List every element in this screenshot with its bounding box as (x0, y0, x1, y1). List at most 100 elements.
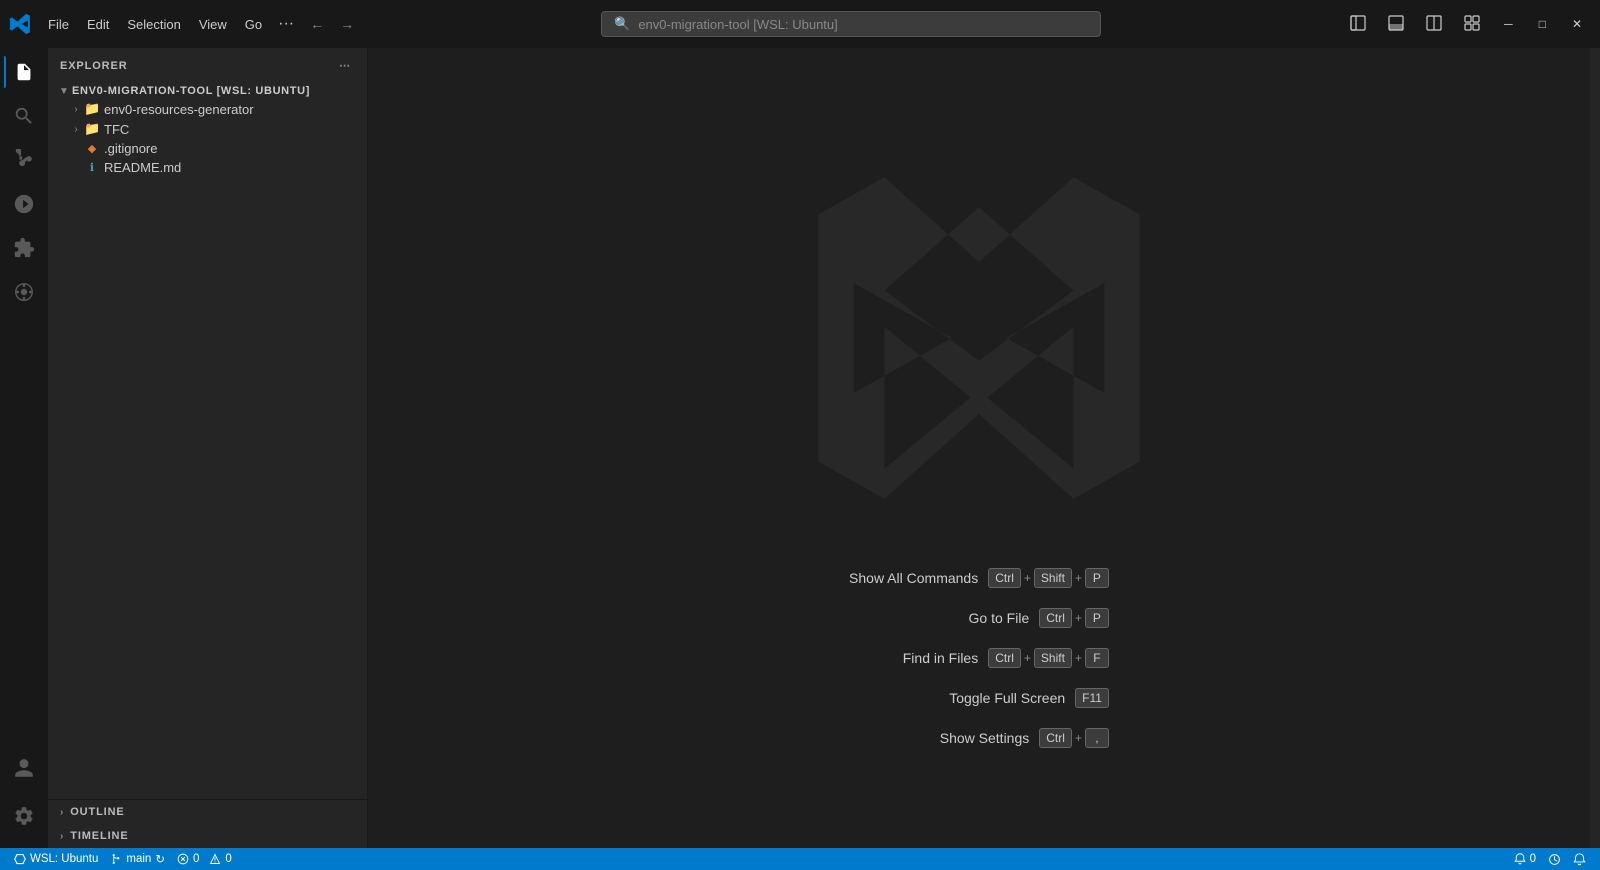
activity-bar (0, 48, 48, 848)
keys-goto: Ctrl + P (1039, 608, 1109, 628)
status-notifications[interactable]: 0 (1508, 853, 1542, 865)
activity-settings[interactable] (4, 796, 44, 836)
timeline-label: TIMELINE (70, 830, 128, 842)
maximize-button[interactable]: □ (1529, 13, 1556, 35)
nav-forward-button[interactable]: → (334, 12, 360, 36)
outline-arrow: › (60, 807, 64, 818)
tree-item-env0-resources[interactable]: › 📁 env0-resources-generator (48, 99, 367, 119)
content-scrollbar[interactable] (1590, 48, 1600, 848)
plus-1: + (1024, 571, 1031, 585)
status-wsl[interactable]: WSL: Ubuntu (8, 848, 104, 870)
bell-icon (1573, 853, 1586, 866)
key-p: P (1085, 568, 1109, 588)
menu-go[interactable]: Go (237, 13, 270, 36)
activity-bar-bottom (4, 748, 44, 848)
key-f-find: F (1085, 648, 1109, 668)
timeline-panel-header[interactable]: › TIMELINE (48, 824, 367, 848)
folder-label-tfc: TFC (104, 122, 129, 137)
status-history[interactable] (1542, 853, 1567, 866)
key-shift: Shift (1034, 568, 1072, 588)
layout-icon[interactable] (1456, 11, 1488, 38)
status-branch-label: main (126, 853, 151, 865)
nav-buttons: ← → (304, 12, 360, 36)
plus-find-1: + (1024, 651, 1031, 665)
folder-arrow-env0: › (68, 104, 84, 115)
shortcut-label-commands: Show All Commands (849, 570, 978, 586)
minimize-button[interactable]: ─ (1494, 13, 1523, 35)
activity-run-debug[interactable] (4, 184, 44, 224)
activity-extensions[interactable] (4, 228, 44, 268)
status-right: 0 (1508, 853, 1592, 866)
plus-settings: + (1075, 731, 1082, 745)
toggle-editor-icon[interactable] (1418, 11, 1450, 38)
search-box[interactable]: 🔍 env0-migration-tool [WSL: Ubuntu] (601, 11, 1101, 37)
folder-arrow-tfc: › (68, 124, 84, 135)
status-sync-icon: ↻ (155, 852, 165, 866)
toggle-panel-icon[interactable] (1380, 11, 1412, 38)
sidebar: EXPLORER ⋯ ▼ ENV0-MIGRATION-TOOL [WSL: U… (48, 48, 368, 848)
wsl-icon (14, 853, 26, 865)
status-errors[interactable]: 0 0 (171, 848, 238, 870)
content-area: Show All Commands Ctrl + Shift + P Go to… (368, 48, 1590, 848)
key-shift-find: Shift (1034, 648, 1072, 668)
toggle-sidebar-icon[interactable] (1342, 11, 1374, 38)
key-ctrl-find: Ctrl (988, 648, 1021, 668)
error-icon (177, 853, 189, 865)
menu-selection[interactable]: Selection (119, 13, 188, 36)
key-p-goto: P (1085, 608, 1109, 628)
warning-count: 0 (225, 853, 231, 865)
status-branch[interactable]: main ↻ (104, 848, 171, 870)
menu-edit[interactable]: Edit (79, 13, 117, 36)
sidebar-bottom: › OUTLINE › TIMELINE (48, 799, 367, 848)
shortcut-fullscreen: Toggle Full Screen F11 (949, 688, 1109, 708)
menu-bar: File Edit Selection View Go ··· (40, 11, 300, 37)
search-text: env0-migration-tool [WSL: Ubuntu] (638, 17, 837, 32)
history-icon (1548, 853, 1561, 866)
tree-root-folder[interactable]: ▼ ENV0-MIGRATION-TOOL [WSL: UBUNTU] (48, 83, 367, 99)
menu-file[interactable]: File (40, 13, 77, 36)
file-label-gitignore: .gitignore (104, 141, 157, 156)
key-comma: , (1085, 728, 1109, 748)
gitignore-icon: ◆ (84, 142, 100, 155)
root-folder-label: ENV0-MIGRATION-TOOL [WSL: UBUNTU] (72, 85, 310, 97)
keys-commands: Ctrl + Shift + P (988, 568, 1109, 588)
shortcut-label-fullscreen: Toggle Full Screen (949, 690, 1065, 706)
tree-item-gitignore[interactable]: ◆ .gitignore (48, 139, 367, 158)
key-ctrl-settings: Ctrl (1039, 728, 1072, 748)
activity-account[interactable] (4, 748, 44, 788)
error-count: 0 (193, 853, 199, 865)
shortcuts-container: Show All Commands Ctrl + Shift + P Go to… (849, 568, 1109, 748)
file-label-readme: README.md (104, 160, 181, 175)
close-button[interactable]: ✕ (1562, 13, 1592, 35)
shortcut-settings: Show Settings Ctrl + , (940, 728, 1109, 748)
tree-item-readme[interactable]: ℹ README.md (48, 158, 367, 177)
activity-source-control[interactable] (4, 140, 44, 180)
menu-more[interactable]: ··· (272, 11, 300, 37)
new-file-icon[interactable]: ⋯ (335, 57, 355, 74)
plus-find-2: + (1075, 651, 1082, 665)
keys-find: Ctrl + Shift + F (988, 648, 1109, 668)
status-bar: WSL: Ubuntu main ↻ 0 0 (0, 848, 1600, 870)
sidebar-header: EXPLORER ⋯ (48, 48, 367, 83)
folder-icon-tfc: 📁 (84, 121, 100, 137)
plus-goto: + (1075, 611, 1082, 625)
outline-panel-header[interactable]: › OUTLINE (48, 800, 367, 824)
activity-explorer[interactable] (4, 52, 44, 92)
shortcut-find-files: Find in Files Ctrl + Shift + F (903, 648, 1109, 668)
nav-back-button[interactable]: ← (304, 12, 330, 36)
titlebar: File Edit Selection View Go ··· ← → 🔍 en… (0, 0, 1600, 48)
search-icon: 🔍 (614, 16, 630, 32)
timeline-arrow: › (60, 831, 64, 842)
key-f11: F11 (1075, 688, 1109, 708)
activity-remote[interactable] (4, 272, 44, 312)
tree-item-tfc[interactable]: › 📁 TFC (48, 119, 367, 139)
menu-view[interactable]: View (191, 13, 235, 36)
warning-icon (209, 853, 221, 865)
activity-search[interactable] (4, 96, 44, 136)
branch-icon (110, 853, 122, 865)
status-bell[interactable] (1567, 853, 1592, 866)
notification-count: 0 (1530, 853, 1536, 865)
plus-2: + (1075, 571, 1082, 585)
folder-label-env0: env0-resources-generator (104, 102, 254, 117)
window-controls: ─ □ ✕ (1342, 11, 1592, 38)
